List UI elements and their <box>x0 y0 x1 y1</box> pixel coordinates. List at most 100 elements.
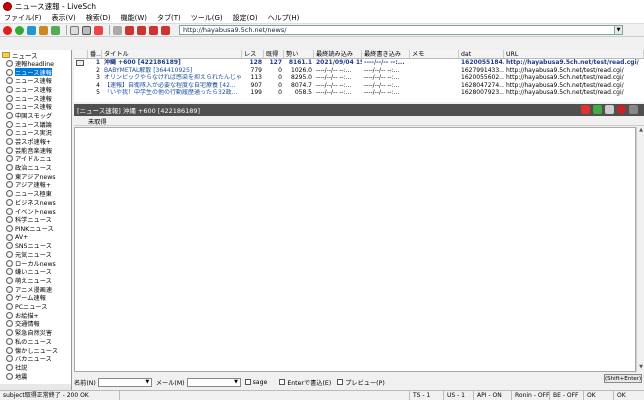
tree-board-item[interactable]: ニュース速報 <box>0 76 71 85</box>
tree-board-item[interactable]: アイドルニュ <box>0 155 71 163</box>
col-last-read[interactable]: 最終読み込み <box>314 50 362 58</box>
thread-row[interactable]: 2 BABYMETAL解散 [364410925] 779 0 1026.0 ----/-… <box>74 67 644 75</box>
tree-board-item[interactable]: 地震 <box>0 372 71 380</box>
forward-icon[interactable] <box>39 25 48 35</box>
col-res[interactable]: レス <box>242 50 264 58</box>
menu-settings[interactable]: 設定(O) <box>233 13 258 23</box>
name-field[interactable]: ▼ <box>97 377 152 387</box>
tree-board-item[interactable]: ゲーム速報 <box>0 294 71 302</box>
scroll-down-icon[interactable]: ▼ <box>637 364 644 372</box>
tree-board-item[interactable]: 交通情報 <box>0 320 71 328</box>
tree-board-item[interactable]: お絵描+ <box>0 311 71 320</box>
tree-board-item[interactable]: PCニュース <box>0 302 71 311</box>
tree-board-item[interactable]: SNSニュース <box>0 241 71 250</box>
address-bar[interactable]: http://hayabusa9.5ch.net/news/ <box>179 25 615 35</box>
back-icon[interactable] <box>27 25 36 35</box>
scroll-up-icon[interactable]: ▲ <box>637 127 644 135</box>
document-icon[interactable] <box>70 25 79 35</box>
tree-board-item[interactable]: 芸能音楽速報 <box>0 146 71 155</box>
menu-file[interactable]: ファイル(F) <box>4 13 42 23</box>
refresh-icon[interactable] <box>593 105 602 114</box>
board-icon <box>6 216 13 224</box>
tree-board-item[interactable]: ニュース極東 <box>0 189 71 198</box>
board-icon <box>6 94 13 102</box>
tree-board-item[interactable]: 科学ニュース <box>0 215 71 224</box>
tree-board-item[interactable]: ニュース速報 <box>0 94 71 102</box>
col-got[interactable]: 既得 <box>264 50 284 58</box>
new-thread-icon[interactable] <box>149 25 158 35</box>
grid-icon[interactable] <box>82 25 91 35</box>
col-title[interactable]: タイトル <box>102 50 242 58</box>
tree-board-item[interactable]: 東アジアnews <box>0 172 71 181</box>
mail-field[interactable]: ▼ <box>186 377 241 387</box>
tree-board-item[interactable]: 萌えニュース <box>0 276 71 285</box>
menu-view[interactable]: 表示(V) <box>52 13 76 23</box>
tree-board-item[interactable]: 懐かしニュース <box>0 346 71 354</box>
stop-icon[interactable] <box>3 25 12 35</box>
tree-board-item[interactable]: 速報headline <box>0 59 71 68</box>
tree-board-label: SNSニュース <box>15 243 52 251</box>
edit-icon[interactable] <box>605 105 614 114</box>
cell-url: http://hayabusa9.5ch.net/test/read.cgi/ <box>506 81 624 89</box>
sort-icon[interactable] <box>125 25 134 35</box>
col-last-write[interactable]: 最終書き込み <box>362 50 410 58</box>
preview-checkbox[interactable] <box>337 379 344 385</box>
tree-board-item[interactable]: ローカルnews <box>0 259 71 268</box>
tree-board-item[interactable]: 社説 <box>0 363 71 372</box>
menu-function[interactable]: 機能(W) <box>121 13 147 23</box>
tree-board-item[interactable]: アニメ漫画速 <box>0 285 71 294</box>
col-mark[interactable] <box>74 50 88 58</box>
tree-board-item[interactable]: イベントnews <box>0 207 71 215</box>
tree-board-item[interactable]: ニュース速報 <box>0 102 71 111</box>
mail-dropdown-icon[interactable]: ▼ <box>233 379 240 386</box>
stop-icon[interactable] <box>617 105 626 114</box>
thread-row[interactable]: 1 沖縄 +600 [422186189] 128 127 8161.1 2021/09/… <box>74 59 644 67</box>
menu-tab[interactable]: タブ(T) <box>157 13 181 23</box>
enter-post-checkbox[interactable] <box>279 379 286 385</box>
menu-tools[interactable]: ツール(G) <box>191 13 223 23</box>
tree-board-item[interactable]: バカニュース <box>0 354 71 363</box>
thread-content[interactable] <box>74 127 636 372</box>
reload-icon[interactable] <box>15 25 24 35</box>
close-icon[interactable] <box>629 105 638 114</box>
flag-icon[interactable] <box>581 105 590 114</box>
tree-board-item[interactable]: ニュース実況 <box>0 129 71 137</box>
col-memo[interactable]: メモ <box>410 50 459 58</box>
tree-board-item[interactable]: 私のニュース <box>0 337 71 346</box>
tree-root[interactable]: ニュース <box>0 50 71 60</box>
tree-board-item[interactable]: ニュース速報 <box>0 67 71 77</box>
col-number[interactable]: 番... <box>88 50 102 58</box>
tree-board-item[interactable]: ニュース速報 <box>0 85 71 94</box>
name-dropdown-icon[interactable]: ▼ <box>144 379 151 386</box>
address-dropdown[interactable]: ▼ <box>615 25 623 35</box>
col-url[interactable]: URL <box>504 50 644 58</box>
tree-board-item[interactable]: 元気ニュース <box>0 250 71 259</box>
sage-checkbox[interactable] <box>244 379 251 385</box>
tree-board-item[interactable]: PINKニュース <box>0 224 71 233</box>
tree-board-item[interactable]: AV+ <box>0 233 71 242</box>
menu-search[interactable]: 検索(D) <box>86 13 111 23</box>
post-button[interactable]: (Shift+Enter) <box>604 374 642 383</box>
tree-board-item[interactable]: 中国スモッグ <box>0 111 71 120</box>
tree-board-item[interactable]: 緊急自然災害 <box>0 328 71 337</box>
delete-icon[interactable] <box>94 25 103 35</box>
list-icon[interactable] <box>113 25 122 35</box>
tree-board-item[interactable]: 芸スポ速報+ <box>0 137 71 146</box>
tree-board-item[interactable]: ビジネスnews <box>0 198 71 207</box>
filter-icon[interactable] <box>161 25 170 35</box>
menu-help[interactable]: ヘルプ(H) <box>268 13 300 23</box>
thread-scrollbar[interactable]: ▲ ▼ <box>636 127 644 372</box>
col-dat[interactable]: dat <box>459 50 504 58</box>
tree-board-item[interactable]: 政治ニュース <box>0 163 71 172</box>
tree-board-item[interactable]: 嫌いニュース <box>0 268 71 276</box>
tree-board-item[interactable]: アジア速報+ <box>0 181 71 189</box>
tree-board-item[interactable]: ニュース議論 <box>0 120 71 129</box>
cell-number: 3 <box>96 74 100 81</box>
sort-desc-icon[interactable] <box>137 25 146 35</box>
thread-row[interactable]: 3 オリンピックやらなければ感染を抑えられたんじゃ... 113 0 8295.0 ---… <box>74 74 644 82</box>
col-pace[interactable]: 勢い <box>284 50 314 58</box>
thread-row[interactable]: 5 「いや我！中学生の他の行動履歴通ったら32政... 199 0 058.5 ----/… <box>74 89 644 97</box>
thread-row[interactable]: 4 【速報】自衛隊入が必要な程度な自宅療養 [42... 907 0 8074.7 ---… <box>74 82 644 90</box>
favorites-icon[interactable] <box>51 25 60 35</box>
tab-unread[interactable]: 未取得 <box>88 117 107 126</box>
